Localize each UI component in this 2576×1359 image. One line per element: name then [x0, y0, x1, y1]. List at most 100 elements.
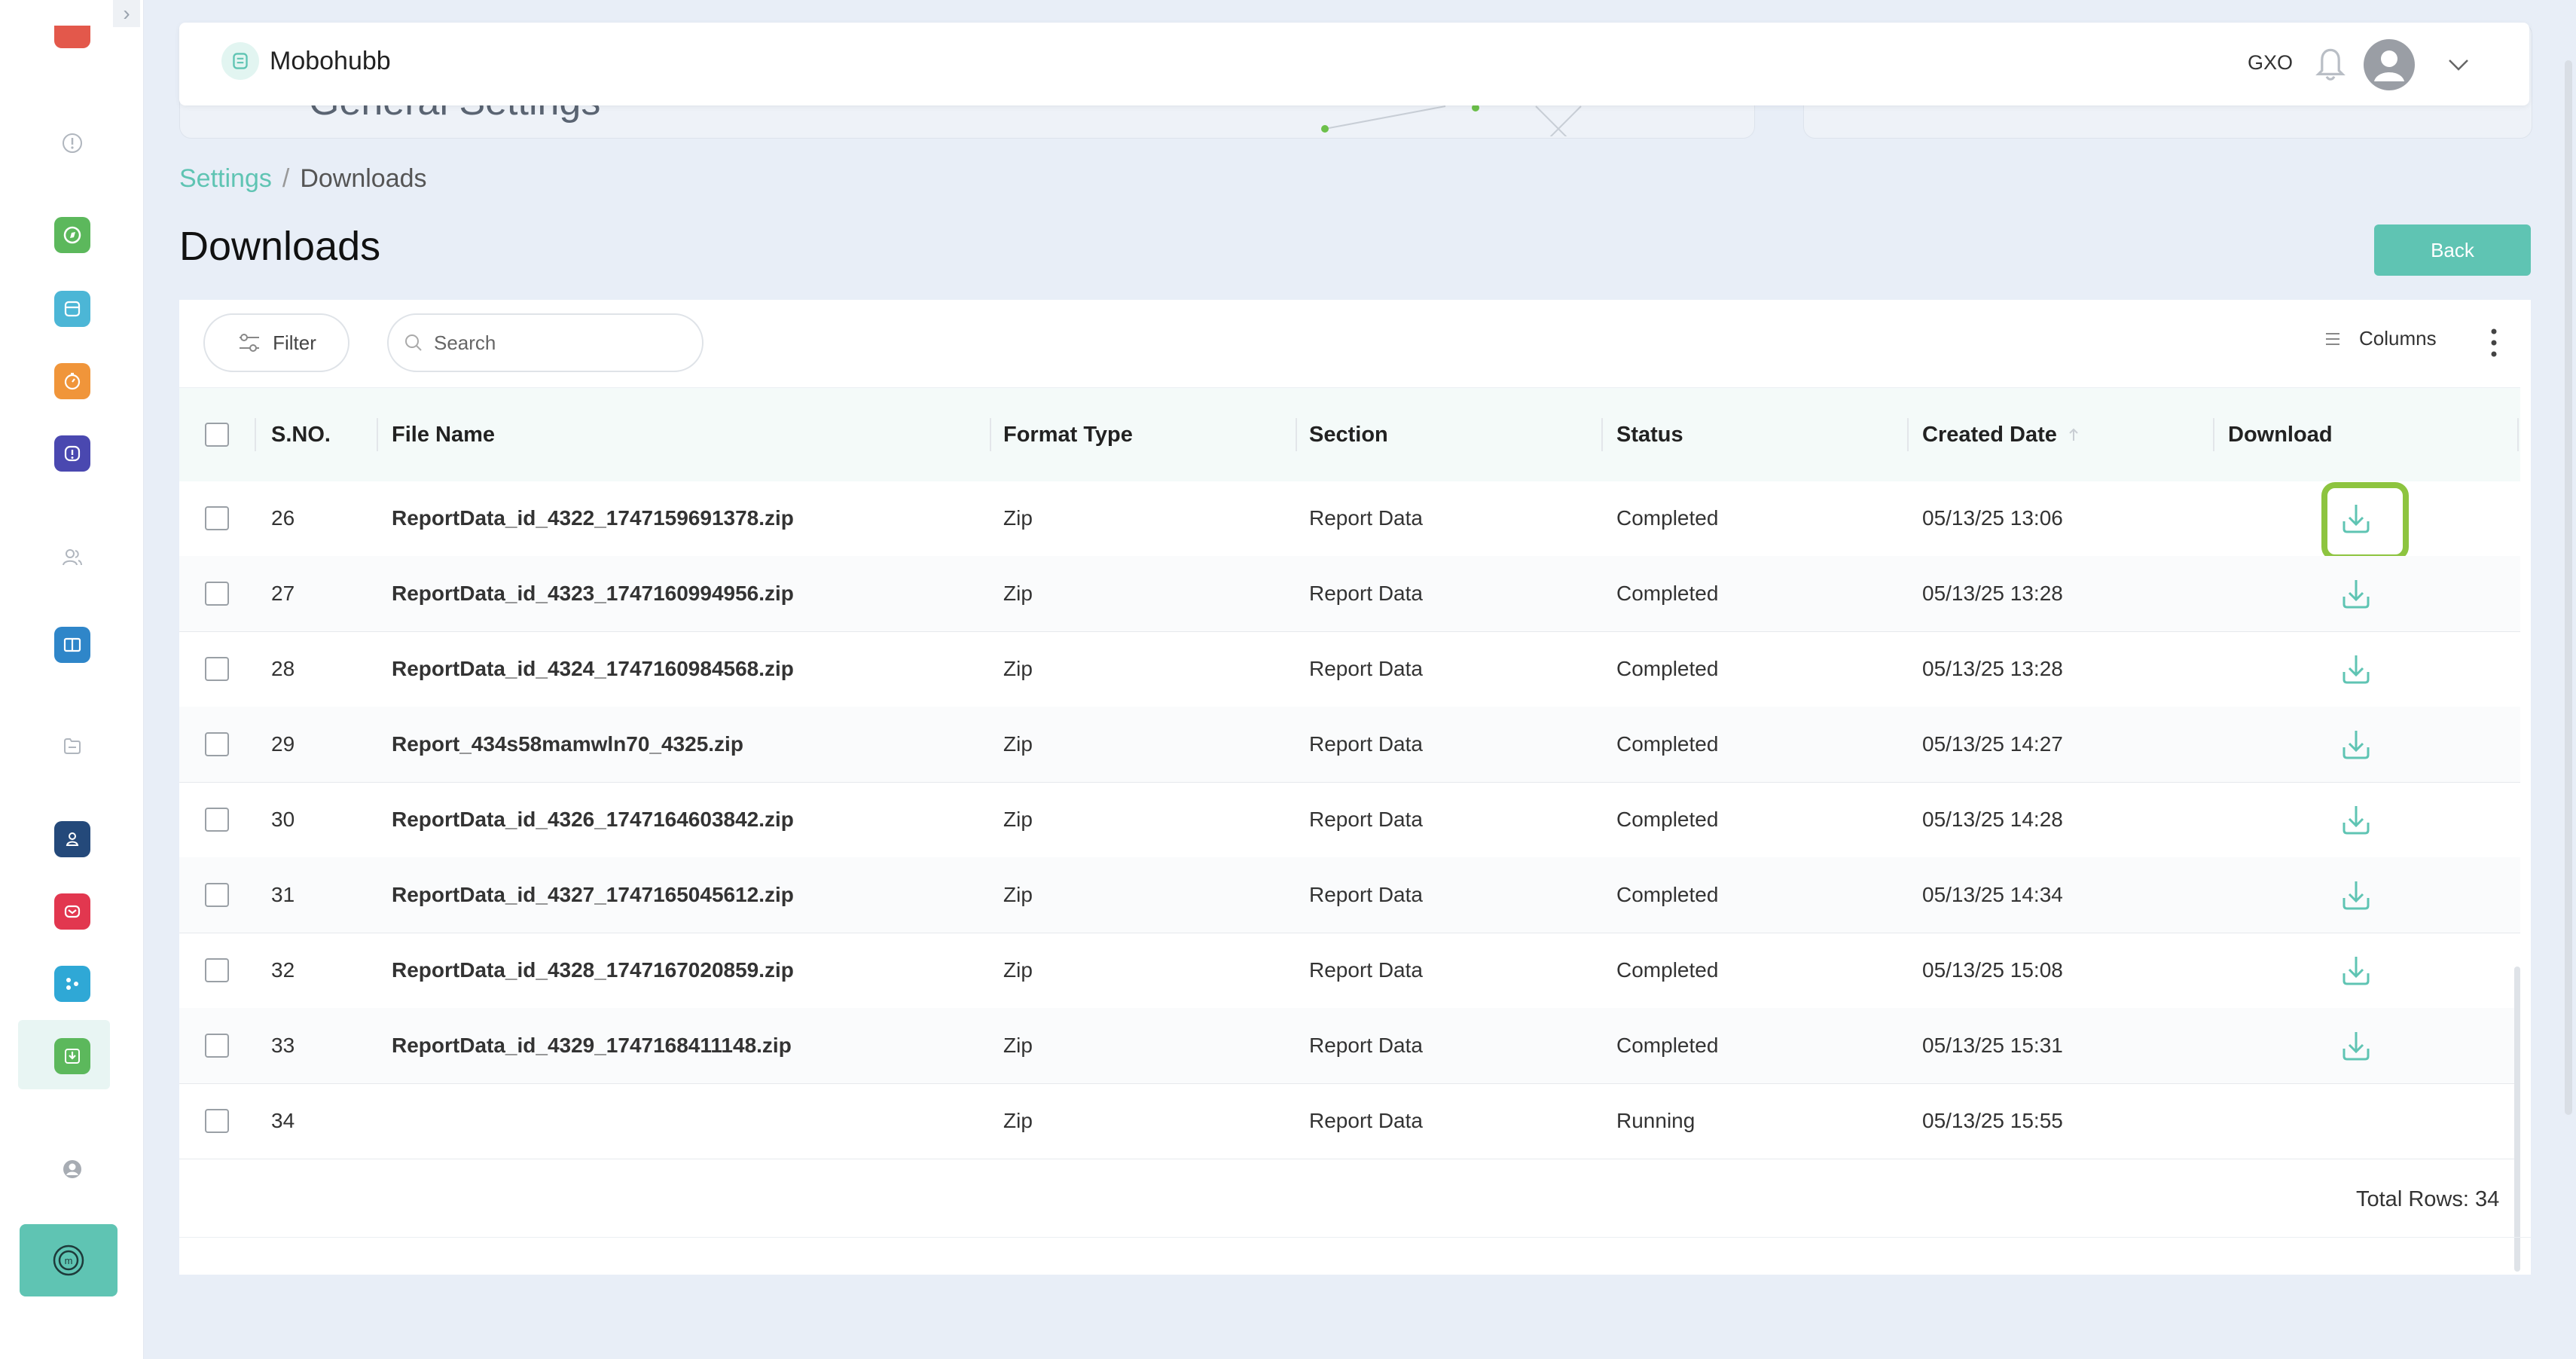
columns-button[interactable]: Columns [2323, 327, 2437, 350]
row-checkbox[interactable] [205, 582, 229, 606]
alert-badge-icon[interactable] [54, 435, 90, 472]
row-checkbox[interactable] [205, 808, 229, 832]
users-icon[interactable] [54, 539, 90, 576]
cell-status: Completed [1616, 958, 1719, 982]
header-format-type[interactable]: Format Type [1003, 388, 1133, 481]
cell-sno: 29 [271, 732, 295, 756]
select-all-checkbox[interactable] [205, 423, 229, 447]
table-row[interactable]: 27 ReportData_id_4323_1747160994956.zip Zi… [179, 556, 2520, 632]
row-checkbox[interactable] [205, 657, 229, 681]
download-icon[interactable] [2336, 800, 2376, 839]
header-download[interactable]: Download [2228, 388, 2333, 481]
sort-ascending-icon[interactable] [2065, 426, 2083, 444]
footer-divider [179, 1237, 2531, 1238]
book-icon[interactable] [54, 627, 90, 663]
row-checkbox[interactable] [205, 1034, 229, 1058]
more-options-icon[interactable] [2483, 324, 2505, 362]
chevron-down-icon[interactable] [2443, 50, 2474, 80]
columns-icon [2326, 332, 2339, 345]
brand-icon[interactable]: m [20, 1224, 118, 1296]
profile-icon[interactable] [54, 1151, 90, 1187]
row-checkbox[interactable] [205, 732, 229, 756]
cell-sno: 30 [271, 808, 295, 831]
download-icon[interactable] [2336, 875, 2376, 915]
table-row[interactable]: 26 ReportData_id_4322_1747159691378.zip Zi… [179, 481, 2520, 560]
cell-section: Report Data [1309, 1034, 1423, 1057]
top-header: Mobohubb GXO [179, 23, 2529, 105]
header-sno[interactable]: S.NO. [271, 388, 331, 481]
cell-status: Completed [1616, 1034, 1719, 1057]
cell-format-type: Zip [1003, 657, 1033, 680]
search-box[interactable] [387, 313, 704, 372]
cell-section: Report Data [1309, 582, 1423, 605]
header-created-date[interactable]: Created Date [1922, 388, 2083, 481]
search-input[interactable] [432, 330, 691, 356]
download-icon[interactable] [2336, 649, 2376, 689]
column-divider [1907, 418, 1909, 451]
header-file-name[interactable]: File Name [392, 388, 495, 481]
breadcrumb-settings-link[interactable]: Settings [179, 164, 272, 193]
column-divider [990, 418, 991, 451]
avatar[interactable] [2364, 39, 2415, 90]
back-button[interactable]: Back [2374, 224, 2531, 276]
camera-icon[interactable] [54, 26, 90, 48]
row-checkbox[interactable] [205, 506, 229, 530]
filter-button[interactable]: Filter [203, 313, 349, 372]
column-divider [377, 418, 378, 451]
column-divider [2213, 418, 2214, 451]
cell-file-name: ReportData_id_4322_1747159691378.zip [392, 506, 794, 530]
cell-file-name: ReportData_id_4329_1747168411148.zip [392, 1034, 792, 1057]
bell-icon[interactable] [2312, 44, 2349, 83]
table-row[interactable]: 31 ReportData_id_4327_1747165045612.zip Zi… [179, 857, 2520, 933]
user-badge-icon[interactable] [54, 821, 90, 857]
download-icon[interactable] [2336, 1026, 2376, 1065]
table-row[interactable]: 33 ReportData_id_4329_1747168411148.zip Zi… [179, 1008, 2520, 1084]
row-checkbox[interactable] [205, 883, 229, 907]
row-checkbox[interactable] [205, 958, 229, 982]
compass-icon[interactable] [54, 217, 90, 253]
cell-created-date: 05/13/25 14:27 [1922, 732, 2063, 756]
downloads-table-panel: Filter Columns S.NO. File Name Format Ty… [179, 300, 2531, 1275]
download-icon[interactable] [2336, 725, 2376, 764]
mail-icon[interactable] [54, 893, 90, 930]
table-row[interactable]: 34 Zip Report Data Running 05/13/25 15:55 [179, 1083, 2520, 1159]
cell-sno: 32 [271, 958, 295, 982]
total-rows: Total Rows: 34 [2356, 1187, 2500, 1211]
row-checkbox[interactable] [205, 1109, 229, 1133]
table-scrollbar[interactable] [2514, 967, 2520, 1272]
breadcrumb: Settings / Downloads [179, 164, 427, 194]
download-icon[interactable] [2336, 499, 2376, 538]
table-row[interactable]: 28 ReportData_id_4324_1747160984568.zip Zi… [179, 631, 2520, 707]
download-icon[interactable] [54, 1038, 90, 1074]
column-divider [1601, 418, 1603, 451]
cell-file-name: ReportData_id_4326_1747164603842.zip [392, 808, 794, 831]
cell-status: Completed [1616, 732, 1719, 756]
cell-format-type: Zip [1003, 1034, 1033, 1057]
table-row[interactable]: 32 ReportData_id_4328_1747167020859.zip Zi… [179, 933, 2520, 1009]
tray-icon[interactable] [54, 291, 90, 327]
cell-created-date: 05/13/25 14:28 [1922, 808, 2063, 831]
column-divider [1296, 418, 1297, 451]
search-icon [405, 334, 422, 351]
cell-section: Report Data [1309, 883, 1423, 906]
header-section[interactable]: Section [1309, 388, 1388, 481]
cell-sno: 34 [271, 1109, 295, 1132]
cell-created-date: 05/13/25 13:28 [1922, 657, 2063, 680]
cell-file-name: ReportData_id_4323_1747160994956.zip [392, 582, 794, 605]
download-icon[interactable] [2336, 574, 2376, 613]
download-icon[interactable] [2336, 951, 2376, 990]
brand[interactable]: Mobohubb [221, 42, 391, 80]
table-row[interactable]: 29 Report_434s58mamwln70_4325.zip Zip Repor… [179, 707, 2520, 783]
cell-section: Report Data [1309, 958, 1423, 982]
alert-icon[interactable] [54, 125, 90, 161]
dice-icon[interactable] [54, 966, 90, 1002]
table-row[interactable]: 30 ReportData_id_4326_1747164603842.zip Zi… [179, 782, 2520, 858]
sidebar-expand-toggle[interactable]: › [113, 0, 140, 27]
page-scrollbar[interactable] [2565, 60, 2572, 1115]
folder-icon[interactable] [54, 728, 90, 764]
columns-label: Columns [2359, 327, 2437, 350]
stopwatch-icon[interactable] [54, 363, 90, 399]
header-status[interactable]: Status [1616, 388, 1683, 481]
cell-created-date: 05/13/25 15:31 [1922, 1034, 2063, 1057]
cell-created-date: 05/13/25 13:06 [1922, 506, 2063, 530]
